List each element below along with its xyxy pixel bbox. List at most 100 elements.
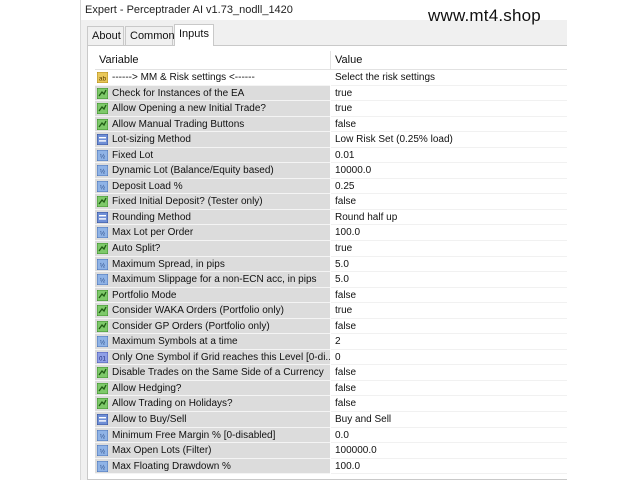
variable-cell: Allow Hedging? bbox=[95, 380, 330, 397]
variable-name: Maximum Symbols at a time bbox=[112, 336, 238, 348]
variable-cell: ½ Fixed Lot bbox=[95, 147, 330, 164]
value-cell[interactable]: 100.0 bbox=[331, 225, 567, 242]
value-cell[interactable]: false bbox=[331, 365, 567, 381]
table-row[interactable]: ½ Max Floating Drawdown % 100.0 bbox=[95, 458, 567, 475]
table-row[interactable]: Allow Manual Trading Buttons false bbox=[95, 116, 567, 133]
value-cell[interactable]: false bbox=[331, 318, 567, 335]
variable-cell: ½ Dynamic Lot (Balance/Equity based) bbox=[95, 163, 330, 179]
table-row[interactable]: Allow Hedging? false bbox=[95, 380, 567, 397]
table-row[interactable]: Allow Trading on Holidays? false bbox=[95, 396, 567, 413]
table-row[interactable]: Consider WAKA Orders (Portfolio only) tru… bbox=[95, 303, 567, 319]
column-header-value[interactable]: Value bbox=[335, 54, 362, 66]
value-cell[interactable]: true bbox=[331, 85, 567, 102]
value-cell[interactable]: false bbox=[331, 287, 567, 304]
value-cell[interactable]: 100000.0 bbox=[331, 443, 567, 459]
bool-icon bbox=[97, 398, 108, 410]
variable-name: Allow Trading on Holidays? bbox=[112, 398, 233, 410]
value-cell[interactable]: 0.01 bbox=[331, 147, 567, 164]
variable-name: Allow Opening a new Initial Trade? bbox=[112, 103, 266, 115]
value-cell[interactable]: false bbox=[331, 194, 567, 210]
value-cell[interactable]: true bbox=[331, 101, 567, 117]
table-row[interactable]: ½ Max Lot per Order 100.0 bbox=[95, 225, 567, 242]
value-cell[interactable]: 0 bbox=[331, 349, 567, 366]
variable-name: Consider GP Orders (Portfolio only) bbox=[112, 320, 270, 332]
tab-inputs[interactable]: Inputs bbox=[174, 24, 214, 46]
table-row[interactable]: ½ Minimum Free Margin % [0-disabled] 0.0 bbox=[95, 427, 567, 444]
table-row[interactable]: Portfolio Mode false bbox=[95, 287, 567, 304]
variable-cell: 01 Only One Symbol if Grid reaches this L… bbox=[95, 349, 330, 366]
variable-name: Check for Instances of the EA bbox=[112, 87, 245, 99]
number-icon: ½ bbox=[97, 149, 108, 161]
number-icon: ½ bbox=[97, 180, 108, 192]
value-cell[interactable]: false bbox=[331, 380, 567, 397]
variable-cell: Check for Instances of the EA bbox=[95, 85, 330, 102]
table-row[interactable]: Allow Opening a new Initial Trade? true bbox=[95, 101, 567, 117]
number-icon: ½ bbox=[97, 227, 108, 239]
table-row[interactable]: ½ Fixed Lot 0.01 bbox=[95, 147, 567, 164]
variable-name: Only One Symbol if Grid reaches this Lev… bbox=[112, 351, 330, 363]
enum-icon bbox=[97, 134, 108, 146]
table-row[interactable]: ab ------> MM & Risk settings <------ Sele… bbox=[95, 70, 567, 86]
variable-cell: ½ Maximum Symbols at a time bbox=[95, 334, 330, 350]
value-cell[interactable]: 5.0 bbox=[331, 272, 567, 288]
number-icon: ½ bbox=[97, 429, 108, 441]
value-cell[interactable]: 0.0 bbox=[331, 427, 567, 444]
table-header: Variable Value bbox=[95, 51, 567, 70]
table-row[interactable]: Disable Trades on the Same Side of a Cur… bbox=[95, 365, 567, 381]
variable-cell: ab ------> MM & Risk settings <------ bbox=[95, 70, 330, 86]
column-header-variable[interactable]: Variable bbox=[99, 54, 139, 66]
table-row[interactable]: ½ Deposit Load % 0.25 bbox=[95, 178, 567, 195]
bool-icon bbox=[97, 382, 108, 394]
variable-name: Max Lot per Order bbox=[112, 227, 194, 239]
variable-cell: ½ Max Floating Drawdown % bbox=[95, 458, 330, 475]
table-row[interactable]: Auto Split? true bbox=[95, 241, 567, 257]
string-icon: ab bbox=[97, 72, 108, 83]
inputs-panel: Variable Value ab ------> MM & Risk setti… bbox=[87, 45, 567, 480]
table-row[interactable]: Consider GP Orders (Portfolio only) false bbox=[95, 318, 567, 335]
table-row[interactable]: ½ Max Open Lots (Filter) 100000.0 bbox=[95, 443, 567, 459]
variable-name: Auto Split? bbox=[112, 243, 161, 255]
variable-name: Max Floating Drawdown % bbox=[112, 460, 231, 472]
variable-name: Fixed Initial Deposit? (Tester only) bbox=[112, 196, 263, 208]
svg-text:½: ½ bbox=[100, 340, 105, 347]
value-cell[interactable]: false bbox=[331, 116, 567, 133]
value-cell[interactable]: Buy and Sell bbox=[331, 412, 567, 428]
svg-text:01: 01 bbox=[99, 356, 106, 362]
variable-cell: ½ Deposit Load % bbox=[95, 178, 330, 195]
variable-cell: Consider GP Orders (Portfolio only) bbox=[95, 318, 330, 335]
table-row[interactable]: Check for Instances of the EA true bbox=[95, 85, 567, 102]
table-row[interactable]: Lot-sizing Method Low Risk Set (0.25% loa… bbox=[95, 132, 567, 148]
number-icon: ½ bbox=[97, 445, 108, 457]
table-body: ab ------> MM & Risk settings <------ Sele… bbox=[95, 70, 567, 475]
variable-cell: Lot-sizing Method bbox=[95, 132, 330, 148]
value-cell[interactable]: 5.0 bbox=[331, 256, 567, 273]
table-row[interactable]: Allow to Buy/Sell Buy and Sell bbox=[95, 412, 567, 428]
value-cell[interactable]: 0.25 bbox=[331, 178, 567, 195]
value-cell[interactable]: false bbox=[331, 396, 567, 413]
column-divider[interactable] bbox=[330, 51, 331, 69]
value-cell[interactable]: 100.0 bbox=[331, 458, 567, 475]
value-cell[interactable]: Select the risk settings bbox=[331, 70, 567, 86]
variable-cell: Consider WAKA Orders (Portfolio only) bbox=[95, 303, 330, 319]
svg-text:½: ½ bbox=[100, 433, 105, 440]
table-row[interactable]: ½ Maximum Symbols at a time 2 bbox=[95, 334, 567, 350]
value-cell[interactable]: 2 bbox=[331, 334, 567, 350]
value-cell[interactable]: true bbox=[331, 241, 567, 257]
table-row[interactable]: ½ Maximum Slippage for a non-ECN acc, in … bbox=[95, 272, 567, 288]
table-row[interactable]: Fixed Initial Deposit? (Tester only) fals… bbox=[95, 194, 567, 210]
value-cell[interactable]: true bbox=[331, 303, 567, 319]
value-cell[interactable]: Low Risk Set (0.25% load) bbox=[331, 132, 567, 148]
svg-text:½: ½ bbox=[100, 153, 105, 160]
variable-cell: Allow Opening a new Initial Trade? bbox=[95, 101, 330, 117]
bool-icon bbox=[97, 320, 108, 332]
table-row[interactable]: ½ Maximum Spread, in pips 5.0 bbox=[95, 256, 567, 273]
value-cell[interactable]: Round half up bbox=[331, 209, 567, 226]
table-row[interactable]: Rounding Method Round half up bbox=[95, 209, 567, 226]
svg-text:½: ½ bbox=[100, 464, 105, 471]
tab-common[interactable]: Common bbox=[125, 26, 175, 45]
table-row[interactable]: 01 Only One Symbol if Grid reaches this L… bbox=[95, 349, 567, 366]
table-row[interactable]: ½ Dynamic Lot (Balance/Equity based) 10000… bbox=[95, 163, 567, 179]
value-cell[interactable]: 10000.0 bbox=[331, 163, 567, 179]
variable-name: Consider WAKA Orders (Portfolio only) bbox=[112, 305, 284, 317]
tab-about[interactable]: About bbox=[87, 26, 124, 45]
